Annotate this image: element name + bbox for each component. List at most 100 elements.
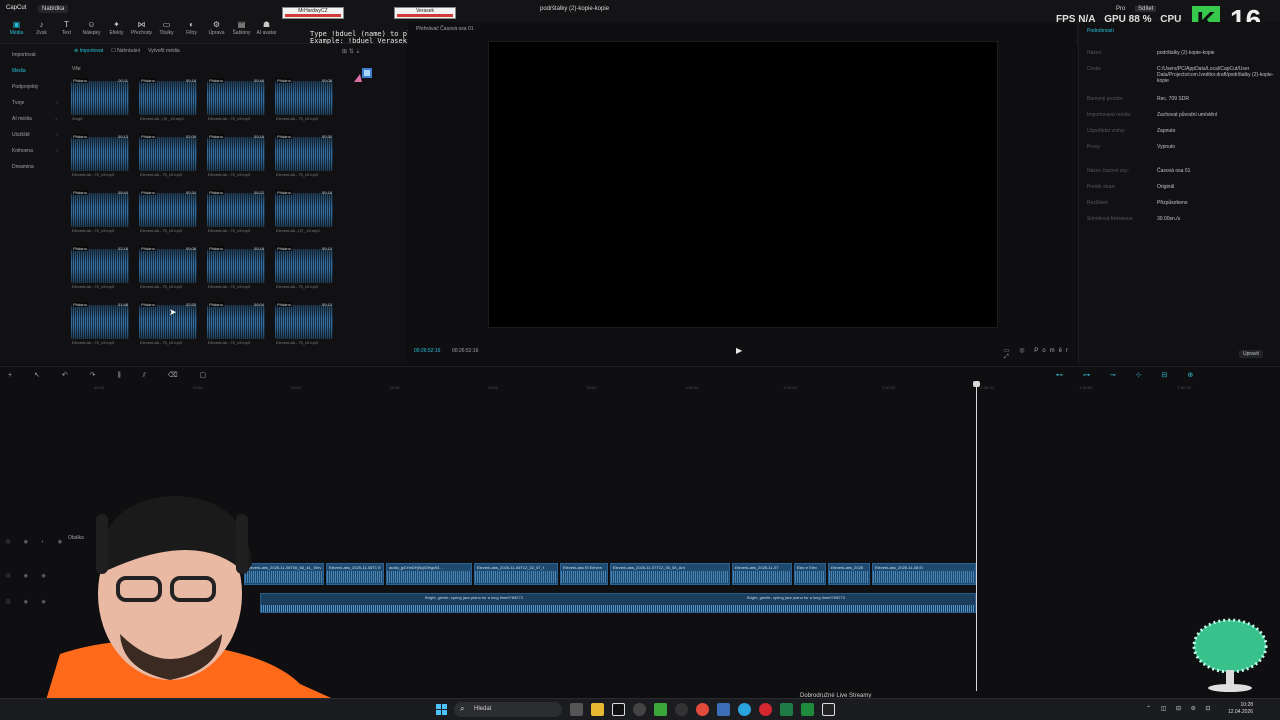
- play-button[interactable]: ▶: [736, 346, 742, 355]
- capcut-icon[interactable]: [822, 703, 835, 716]
- filter-all[interactable]: Vše: [72, 66, 81, 72]
- tool-tab-1[interactable]: ♪ Zvuk: [29, 20, 54, 36]
- detail-value: Zachovat původní umístění: [1157, 112, 1218, 118]
- ruler-tick: 40:00: [488, 385, 499, 390]
- editor-icon[interactable]: [717, 703, 730, 716]
- clip-added-tag: Přidáno: [72, 134, 88, 139]
- timeline-toolbar[interactable]: + ↖ ↶ ↷ ⫼ ⫽ ⌫ ▢: [8, 371, 216, 380]
- tool-tab-7[interactable]: ◐ Filtry: [179, 20, 204, 36]
- sidebar-item-6[interactable]: Knihovna ›: [12, 148, 62, 154]
- clip-waveform: [207, 305, 265, 339]
- chrome-icon[interactable]: [696, 703, 709, 716]
- sidebar-item-0[interactable]: Importovat: [12, 52, 62, 58]
- taskbar-search[interactable]: ⌕ Hledat: [454, 702, 562, 717]
- sidebar-item-1[interactable]: Média: [12, 68, 62, 74]
- tool-tab-8[interactable]: ⚙ Úprava: [204, 20, 229, 36]
- media-clip[interactable]: Přidáno 00:16 ElevenLab...75_v3.mp3: [207, 134, 265, 178]
- clip-duration: 00:11: [118, 78, 128, 83]
- media-clip[interactable]: Přidáno 00:13 ElevenLab...75_v3.mp3: [71, 134, 129, 178]
- tool-tab-5[interactable]: ⋈ Přechody: [129, 20, 154, 36]
- timeline-right-tools[interactable]: ⊷ ⊶ ⊸ ⊹ ⊟ ⊕: [1056, 371, 1202, 379]
- clip-duration: 00:13: [117, 134, 128, 139]
- media-player-icon[interactable]: [801, 703, 814, 716]
- excel-icon[interactable]: [780, 703, 793, 716]
- tiktok-icon[interactable]: [612, 703, 625, 716]
- tool-tab-3[interactable]: ☺ Nálepky: [79, 20, 104, 36]
- task-view-icon[interactable]: [570, 703, 583, 716]
- playhead[interactable]: [973, 381, 980, 691]
- sort-filter-icons[interactable]: ⊞ ⇅ ⇣: [342, 48, 360, 55]
- media-clip[interactable]: Přidáno 00:18 ElevenLab...(3) _v3.mp3: [139, 78, 197, 122]
- media-tab-2[interactable]: Vytvořit média: [148, 48, 180, 54]
- audio-clip[interactable]: ElevenLabs_2025-11-07T12_35_53_Ant: [610, 563, 730, 585]
- detail-key: Poměr stran:: [1087, 184, 1116, 190]
- sidebar-item-4[interactable]: AI média →: [12, 116, 62, 122]
- tool-tab-2[interactable]: T Text: [54, 20, 79, 36]
- audio-clip[interactable]: ElevenLabs_2025: [828, 563, 870, 585]
- system-tray[interactable]: ⌃ ◫ ⊟ ⊜ ⊡: [1146, 705, 1214, 712]
- media-tab-1[interactable]: ☐ Nahrávání: [111, 48, 140, 54]
- media-clip[interactable]: Přidáno 05:44 ElevenLab...75_v3.mp3: [71, 190, 129, 234]
- media-clip[interactable]: Přidáno 02:09 ElevenLab...75_v3.mp3: [139, 134, 197, 178]
- ruler-tick: 1:00:00: [685, 385, 699, 390]
- timeline-ruler[interactable]: 00:00 10:00 20:00 30:00 40:00 50:00 1:00:00 1:1…: [66, 385, 1280, 393]
- media-clip[interactable]: Přidáno 00:30 ElevenLab...75_v3.mp3: [275, 134, 333, 178]
- menu-button[interactable]: Nabídka: [38, 5, 69, 13]
- chatgpt-icon[interactable]: [633, 703, 646, 716]
- tool-tab-6[interactable]: ▭ Titulky: [154, 20, 179, 36]
- media-clip[interactable]: Přidáno 00:08 ElevenLab...75_v3.mp3: [139, 246, 197, 290]
- sidebar-item-2[interactable]: Podprojekty: [12, 84, 62, 90]
- audio-clip[interactable]: Elev e Elev: [794, 563, 826, 585]
- xbox-icon[interactable]: [654, 703, 667, 716]
- chevron-right-icon: ›: [56, 132, 58, 138]
- audio-clip[interactable]: ElevenLabs El Eleven: [560, 563, 608, 585]
- clip-waveform: [207, 193, 265, 227]
- media-clip[interactable]: Přidáno 00:22 ElevenLab...75_v3.mp3: [207, 190, 265, 234]
- audio-clip-label: ElevenLabs El Eleven: [563, 565, 602, 570]
- sidebar-item-3[interactable]: Tvoje ›: [12, 100, 62, 106]
- media-clip[interactable]: Přidáno 01:48 ElevenLab...75_v3.mp3: [71, 302, 129, 346]
- audio-clip[interactable]: ElevenLabs_2025-11-06T12_32_57_t: [474, 563, 558, 585]
- media-clip[interactable]: Přidáno 02:18 ElevenLab...75_v3.mp3: [71, 246, 129, 290]
- media-clip[interactable]: Přidáno 02:55 ElevenLab...75_v3.mp3: [139, 302, 197, 346]
- media-clip[interactable]: Přidáno 00:46 ElevenLab...75_v3.mp3: [207, 78, 265, 122]
- video-canvas[interactable]: [488, 41, 998, 328]
- media-clip[interactable]: Přidáno 00:04 ElevenLab...75_v3.mp3: [207, 302, 265, 346]
- overlay-health-bar-2: [397, 14, 453, 17]
- detail-key: Uspořádat vrstvy:: [1087, 128, 1126, 134]
- clip-waveform: [139, 137, 197, 171]
- tool-tab-9[interactable]: ▤ Šablony: [229, 20, 254, 36]
- file-explorer-icon[interactable]: [591, 703, 604, 716]
- detail-key: Název:: [1087, 50, 1103, 56]
- taskbar-clock[interactable]: 10:28 12.04.2026: [1228, 702, 1253, 716]
- clock-date: 12.04.2026: [1228, 709, 1254, 715]
- media-clip[interactable]: Přidáno 00:08 ElevenLab...75_v3.mp3: [275, 78, 333, 122]
- sidebar-item-5[interactable]: Uložiště ›: [12, 132, 62, 138]
- share-button[interactable]: Sdílet: [1135, 6, 1157, 12]
- sidebar-item-7[interactable]: Dreamina: [12, 164, 62, 170]
- obs-icon[interactable]: [675, 703, 688, 716]
- windows-start-icon[interactable]: [436, 704, 447, 715]
- clip-name: ElevenLab...75_v3.mp3: [208, 116, 251, 121]
- opera-icon[interactable]: [759, 703, 772, 716]
- preview-controls[interactable]: ▭ ◎ Poměr ⤢: [1004, 347, 1076, 361]
- audio-clip[interactable]: audio_jyCHnDHjSqIGHgx53...: [386, 563, 472, 585]
- media-clip[interactable]: Přidáno 00:34 ElevenLab...75_v3.mp3: [139, 190, 197, 234]
- tool-tab-0[interactable]: ▣ Média: [4, 20, 29, 36]
- tool-tab-10[interactable]: ☗ AI avatar: [254, 20, 279, 36]
- media-clip[interactable]: Přidáno 00:10 ElevenLab...75_v3.mp3: [275, 302, 333, 346]
- pro-button[interactable]: Pro: [1116, 6, 1125, 12]
- clip-waveform: [139, 193, 197, 227]
- media-clip[interactable]: Přidáno 00:18 ElevenLab...(2) _v3.mp3: [275, 190, 333, 234]
- left-nav: Importovat Média Podprojekty Tvoje › AI média…: [0, 44, 66, 364]
- audio-clip[interactable]: ElevenLabs_2025-11-07: [732, 563, 792, 585]
- tool-tab-4[interactable]: ✦ Efekty: [104, 20, 129, 36]
- media-clip[interactable]: Přidáno 00:10 ElevenLab...75_v3.mp3: [275, 246, 333, 290]
- media-tab-0[interactable]: ⊕ Importovat: [74, 48, 103, 54]
- modify-button[interactable]: Upravit: [1239, 350, 1263, 358]
- media-clip[interactable]: Přidáno 00:18 ElevenLab...75_v3.mp3: [207, 246, 265, 290]
- telegram-icon[interactable]: [738, 703, 751, 716]
- detail-key: Rozlišení:: [1087, 200, 1109, 206]
- media-clip[interactable]: Přidáno 00:11 Smg8: [71, 78, 129, 122]
- audio-clip[interactable]: ElevenLabs_2025-11-08 El: [872, 563, 976, 585]
